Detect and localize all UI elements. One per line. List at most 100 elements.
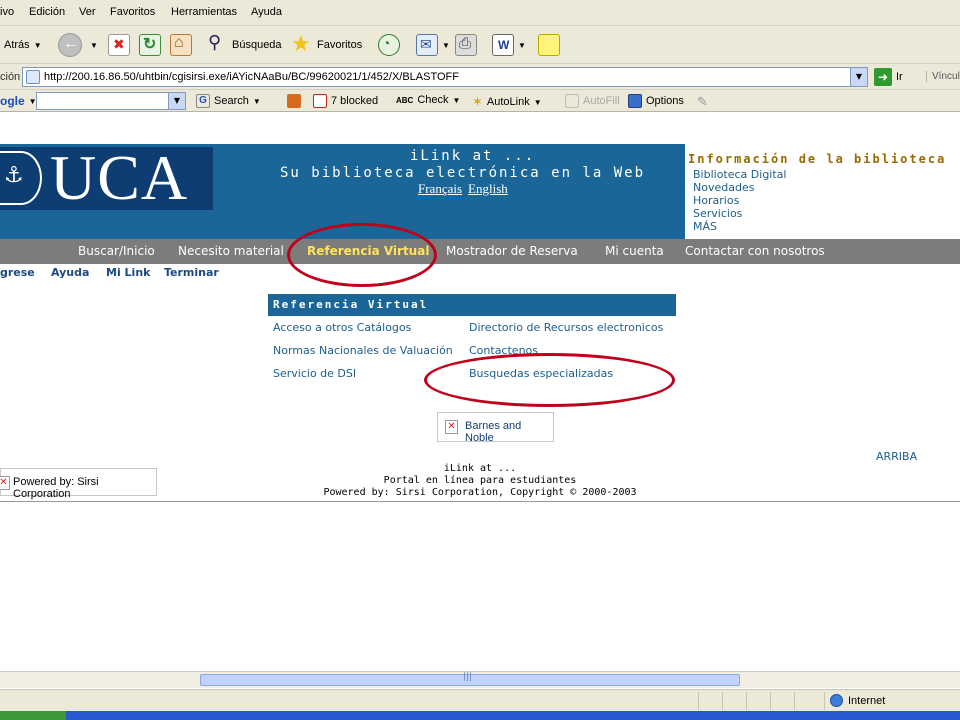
- lang-english-link[interactable]: English: [468, 181, 508, 196]
- pagerank-button[interactable]: [287, 94, 301, 108]
- google-search-input[interactable]: ▼: [36, 92, 186, 110]
- pencil-icon: ✎: [697, 94, 708, 109]
- spellcheck-button[interactable]: ABC Check ▼: [396, 94, 460, 106]
- library-info-links: Biblioteca Digital Novedades Horarios Se…: [693, 168, 786, 233]
- popup-blocker-button[interactable]: 7 blocked: [313, 94, 378, 108]
- menu-help[interactable]: Ayuda: [251, 6, 282, 18]
- main-nav: Buscar/Inicio Necesito material Referenc…: [0, 239, 960, 264]
- menu-view[interactable]: Ver: [79, 6, 96, 18]
- info-link-novedades[interactable]: Novedades: [693, 181, 786, 194]
- print-button[interactable]: [455, 30, 477, 60]
- search-button[interactable]: Búsqueda: [206, 30, 282, 60]
- forward-button[interactable]: ▼: [90, 30, 98, 60]
- note-icon: [538, 34, 560, 56]
- chevron-down-icon[interactable]: ▼: [518, 41, 526, 50]
- subnav-ingrese[interactable]: grese: [0, 266, 35, 279]
- page-footer: iLink at ... Portal en línea para estudi…: [300, 463, 660, 499]
- go-button[interactable]: ➜ Ir: [874, 68, 903, 86]
- info-link-servicios[interactable]: Servicios: [693, 207, 786, 220]
- favorites-button[interactable]: Favoritos: [291, 30, 362, 60]
- standard-toolbar: Atrás ▼ ▼ Búsqueda Favoritos ▼ ▼: [0, 26, 960, 64]
- subnav-ayuda[interactable]: Ayuda: [51, 266, 89, 279]
- arriba-link[interactable]: ARRIBA: [876, 450, 917, 463]
- menu-file[interactable]: ivo: [0, 6, 14, 18]
- google-g-icon: G: [196, 94, 210, 108]
- nav-mi-cuenta[interactable]: Mi cuenta: [605, 244, 664, 258]
- links-label[interactable]: Víncul: [926, 71, 960, 82]
- link-directorio-recursos[interactable]: Directorio de Recursos electronicos: [469, 321, 663, 334]
- favorites-label: Favoritos: [317, 39, 363, 51]
- annotation-ellipse-nav: [287, 223, 437, 287]
- info-link-horarios[interactable]: Horarios: [693, 194, 786, 207]
- security-zone-label: Internet: [848, 694, 886, 707]
- home-button[interactable]: [170, 30, 192, 60]
- notes-button[interactable]: [538, 30, 560, 60]
- footer-line-1: iLink at ...: [443, 463, 517, 474]
- highlight-button[interactable]: ✎: [697, 94, 708, 110]
- back-arrow-button[interactable]: [58, 30, 82, 60]
- link-normas-valuacion[interactable]: Normas Nacionales de Valuación: [273, 344, 453, 357]
- autolink-button[interactable]: ✶ AutoLink ▼: [472, 94, 542, 110]
- refresh-icon: [139, 34, 161, 56]
- info-link-biblioteca-digital[interactable]: Biblioteca Digital: [693, 168, 786, 181]
- stop-button[interactable]: [108, 30, 130, 60]
- autolink-label: AutoLink: [486, 96, 530, 108]
- chevron-down-icon[interactable]: ▼: [168, 93, 185, 109]
- nav-contactar[interactable]: Contactar con nosotros: [685, 244, 825, 258]
- chevron-down-icon[interactable]: ▼: [534, 98, 542, 107]
- address-url[interactable]: http://200.16.86.50/uhtbin/cgisirsi.exe/…: [44, 71, 459, 83]
- home-icon: [170, 34, 192, 56]
- google-search-button[interactable]: G Search ▼: [196, 94, 261, 108]
- broken-image-icon: ✕: [445, 420, 458, 434]
- header-subtitle: Su biblioteca electrónica en la Web: [280, 165, 646, 181]
- lang-french-link[interactable]: Français: [418, 181, 462, 196]
- chevron-down-icon[interactable]: ▼: [442, 41, 450, 50]
- back-button[interactable]: Atrás ▼: [4, 30, 42, 60]
- sirsi-alt-text: Powered by: Sirsi Corporation: [13, 476, 99, 500]
- menu-tools[interactable]: Herramientas: [171, 6, 237, 18]
- info-link-mas[interactable]: MÁS: [693, 220, 786, 233]
- edit-word-button[interactable]: ▼: [492, 30, 526, 60]
- google-brand: ogle: [0, 94, 25, 108]
- chevron-down-icon[interactable]: ▼: [253, 97, 261, 106]
- uca-logo[interactable]: UCA: [0, 142, 213, 213]
- autofill-icon: [565, 94, 579, 108]
- subnav-mi-link[interactable]: Mi Link: [106, 266, 150, 279]
- address-input[interactable]: http://200.16.86.50/uhtbin/cgisirsi.exe/…: [22, 67, 868, 87]
- sirsi-powered-image[interactable]: ✕ Powered by: Sirsi Corporation: [0, 468, 157, 500]
- library-info-panel: Información de la biblioteca Biblioteca …: [686, 144, 960, 239]
- horizontal-scrollbar[interactable]: [0, 671, 960, 688]
- header-title: iLink at ...: [410, 148, 536, 164]
- options-icon: [628, 94, 642, 108]
- language-links: Français English: [418, 181, 514, 197]
- link-acceso-catalogos[interactable]: Acceso a otros Catálogos: [273, 321, 411, 334]
- barnes-noble-image[interactable]: ✕ Barnes and Noble: [437, 412, 554, 444]
- star-icon: [291, 31, 313, 57]
- menu-favorites[interactable]: Favoritos: [110, 6, 155, 18]
- history-button[interactable]: [378, 30, 400, 60]
- chevron-down-icon[interactable]: ▼: [34, 41, 42, 50]
- mail-button[interactable]: ▼: [416, 30, 450, 60]
- os-taskbar: [0, 711, 960, 720]
- menu-edit[interactable]: Edición: [29, 6, 65, 18]
- barnes-noble-alt-text: Barnes and Noble: [465, 420, 522, 444]
- back-arrow-icon: [58, 33, 82, 57]
- chevron-down-icon[interactable]: ▼: [453, 96, 461, 105]
- subnav-terminar[interactable]: Terminar: [164, 266, 219, 279]
- scrollbar-thumb[interactable]: [200, 672, 740, 686]
- status-divider: [824, 692, 825, 710]
- autofill-button[interactable]: AutoFill: [565, 94, 620, 108]
- start-button[interactable]: [0, 711, 66, 720]
- chevron-down-icon[interactable]: ▼: [850, 68, 867, 86]
- nav-mostrador-reserva[interactable]: Mostrador de Reserva: [446, 244, 578, 258]
- google-brand-button[interactable]: ogle ▼: [0, 94, 37, 108]
- chevron-down-icon[interactable]: ▼: [90, 41, 98, 50]
- refresh-button[interactable]: [139, 30, 161, 60]
- nav-buscar-inicio[interactable]: Buscar/Inicio: [78, 244, 155, 258]
- nav-necesito-material[interactable]: Necesito material: [178, 244, 284, 258]
- pagerank-icon: [287, 94, 301, 108]
- address-bar: ción http://200.16.86.50/uhtbin/cgisirsi…: [0, 64, 960, 90]
- link-servicio-dsi[interactable]: Servicio de DSI: [273, 367, 356, 380]
- sub-nav: grese Ayuda Mi Link Terminar: [0, 264, 960, 282]
- options-button[interactable]: Options: [628, 94, 684, 108]
